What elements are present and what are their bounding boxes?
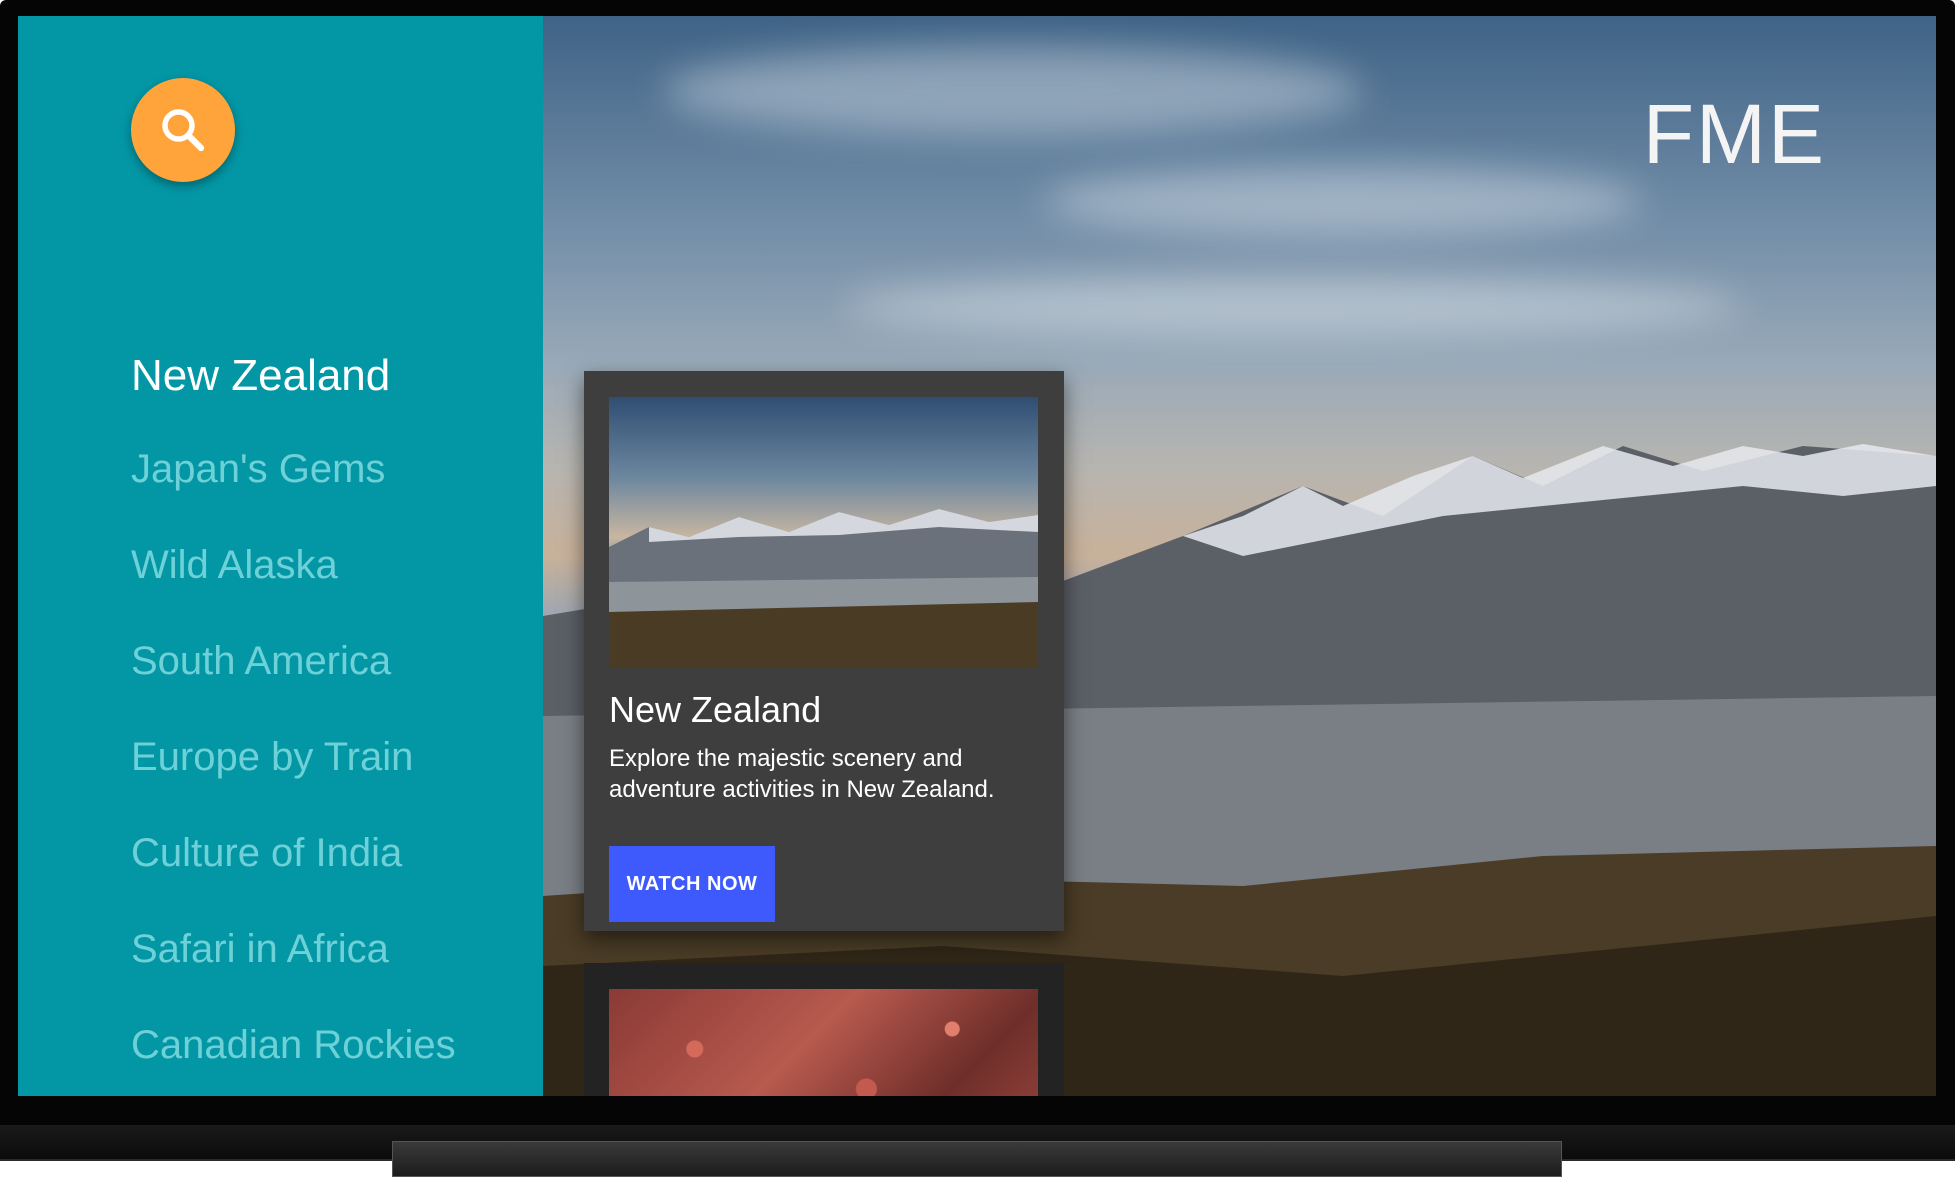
next-content-card[interactable] [584, 963, 1064, 1096]
sidebar-item-europe-by-train[interactable]: Europe by Train [131, 735, 456, 831]
sidebar: New Zealand Japan's Gems Wild Alaska Sou… [18, 16, 543, 1096]
tv-screen: FME New Zealand Japan's Gems Wild Alaska… [18, 16, 1936, 1096]
brand-logo-text: FME [1642, 87, 1826, 181]
card-title: New Zealand [609, 689, 822, 730]
thumbnail-landscape [609, 509, 1038, 667]
card-description: Explore the majestic scenery and adventu… [609, 745, 995, 803]
sidebar-item-new-zealand[interactable]: New Zealand [131, 351, 456, 447]
featured-content-card[interactable]: New Zealand Explore the majestic scenery… [584, 371, 1064, 931]
sidebar-item-culture-of-india[interactable]: Culture of India [131, 831, 456, 927]
sidebar-item-south-america[interactable]: South America [131, 639, 456, 735]
watch-now-button[interactable]: WATCH NOW [609, 846, 775, 922]
sidebar-item-safari-in-africa[interactable]: Safari in Africa [131, 927, 456, 1023]
category-list: New Zealand Japan's Gems Wild Alaska Sou… [131, 351, 456, 1096]
card-thumbnail-image [609, 989, 1038, 1096]
search-button[interactable] [131, 78, 235, 182]
sidebar-item-japans-gems[interactable]: Japan's Gems [131, 447, 456, 543]
card-thumbnail-image [609, 397, 1038, 667]
search-icon [162, 109, 205, 152]
sidebar-item-canadian-rockies[interactable]: Canadian Rockies [131, 1023, 456, 1096]
tv-stand [392, 1141, 1562, 1177]
sidebar-item-wild-alaska[interactable]: Wild Alaska [131, 543, 456, 639]
